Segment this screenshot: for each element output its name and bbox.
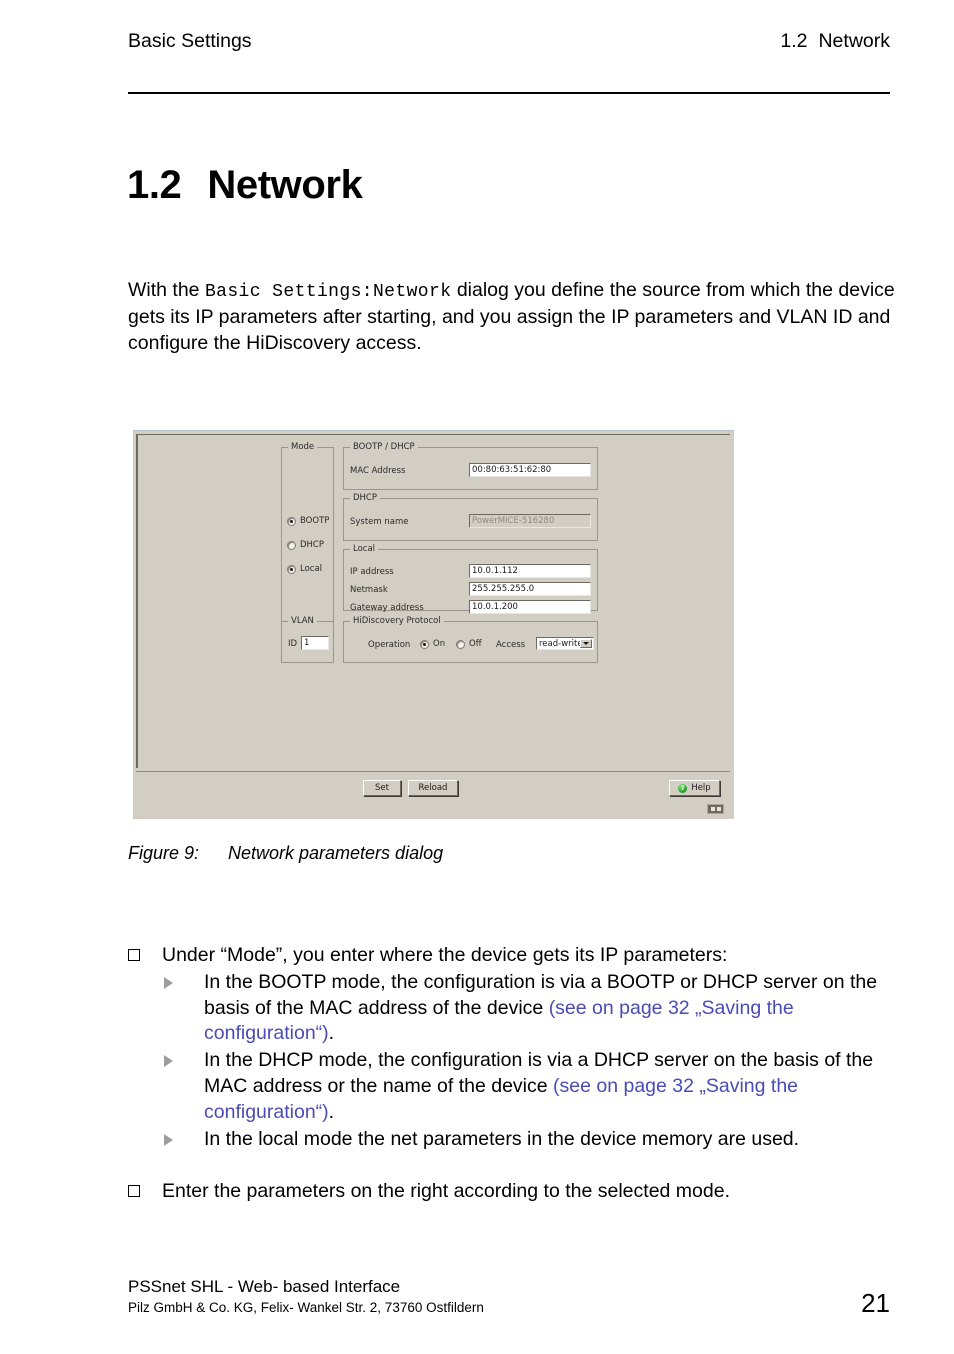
operation-label: Operation xyxy=(368,640,411,650)
chapter-number: 1.2 xyxy=(127,162,182,207)
list-item: In the BOOTP mode, the configuration is … xyxy=(128,970,898,1047)
bullet2-text: Enter the parameters on the right accord… xyxy=(162,1180,730,1203)
mac-address-field[interactable]: 00:80:63:51:62:80 xyxy=(469,463,591,477)
mode-radio-bootp[interactable]: BOOTP xyxy=(287,516,329,526)
sub-bullet-1-end: . xyxy=(328,1022,335,1045)
list-item: Under “Mode”, you enter where the device… xyxy=(128,943,898,969)
list-item: Enter the parameters on the right accord… xyxy=(128,1179,898,1205)
dhcp-group-legend: DHCP xyxy=(350,493,380,503)
mode-radio-bootp-label: BOOTP xyxy=(300,516,330,526)
triangle-bullet-icon xyxy=(164,1055,173,1068)
intro-paragraph: With the Basic Settings:Network dialog y… xyxy=(128,278,898,357)
applet-status-led xyxy=(716,807,721,811)
access-dropdown[interactable]: read-write xyxy=(536,637,594,650)
ip-address-label: IP address xyxy=(350,567,394,577)
sub-bullet-2-end: . xyxy=(328,1100,335,1123)
dialog-footer-bar: Set Reload ? Help xyxy=(136,771,730,817)
vlan-id-label: ID xyxy=(288,639,298,649)
access-dropdown-value: read-write xyxy=(539,638,583,649)
bullet1-text: Under “Mode”, you enter where the device… xyxy=(162,944,728,966)
vlan-group-legend: VLAN xyxy=(288,616,317,626)
access-label: Access xyxy=(496,640,526,650)
radio-dot-icon xyxy=(456,639,465,649)
mode-radio-dhcp-label: DHCP xyxy=(300,540,324,550)
chevron-down-icon xyxy=(580,639,592,648)
netmask-field[interactable]: 255.255.255.0 xyxy=(469,582,591,596)
dialog-content-area: Mode BOOTP DHCP Local BOOTP / DHCP MAC A… xyxy=(136,434,730,768)
vlan-id-field[interactable]: 1 xyxy=(301,636,329,650)
radio-dot-icon xyxy=(287,516,296,526)
page-footer: PSSnet SHL - Web- based Interface Pilz G… xyxy=(128,1277,484,1315)
reload-button[interactable]: Reload xyxy=(408,780,458,796)
footer-product-name: PSSnet SHL - Web- based Interface xyxy=(128,1277,401,1296)
operation-radio-off-label: Off xyxy=(469,639,482,649)
local-group: Local IP address 10.0.1.112 Netmask 255.… xyxy=(343,544,598,614)
applet-status-icon xyxy=(707,804,724,814)
help-button[interactable]: ? Help xyxy=(669,780,720,796)
operation-radio-on[interactable]: On xyxy=(420,639,445,649)
radio-dot-icon xyxy=(287,564,296,574)
hidiscovery-group-legend: HiDiscovery Protocol xyxy=(350,616,444,626)
chapter-title-text: Network xyxy=(207,162,363,207)
list-item: In the local mode the net parameters in … xyxy=(128,1127,898,1153)
set-button[interactable]: Set xyxy=(363,780,401,796)
local-group-legend: Local xyxy=(350,544,379,554)
page-header: Basic Settings 1.2 Network xyxy=(128,30,890,53)
page-number: 21 xyxy=(861,1288,890,1318)
figure-caption-label: Figure 9: xyxy=(128,843,200,863)
operation-radio-off[interactable]: Off xyxy=(456,639,482,649)
header-right: 1.2 Network xyxy=(780,30,890,53)
checkbox-square-icon xyxy=(128,1185,140,1198)
system-name-label: System name xyxy=(350,517,409,527)
mac-address-label: MAC Address xyxy=(350,466,406,476)
triangle-bullet-icon xyxy=(164,976,173,989)
radio-dot-icon xyxy=(420,639,429,649)
figure-caption-text: Network parameters dialog xyxy=(228,843,444,863)
mode-radio-dhcp[interactable]: DHCP xyxy=(287,540,324,550)
header-left-text: Basic Settings xyxy=(128,30,252,52)
gateway-address-field[interactable]: 10.0.1.200 xyxy=(469,600,591,614)
bootp-dhcp-group: BOOTP / DHCP MAC Address 00:80:63:51:62:… xyxy=(343,442,598,490)
gateway-address-label: Gateway address xyxy=(350,603,424,613)
mode-group-legend: Mode xyxy=(288,442,318,452)
applet-status-led xyxy=(710,807,715,811)
operation-radio-on-label: On xyxy=(433,639,446,649)
body-bullet-list: Under “Mode”, you enter where the device… xyxy=(128,943,898,1206)
figure-caption: Figure 9: Network parameters dialog xyxy=(128,843,443,864)
footer-company-address: Pilz GmbH & Co. KG, Felix- Wankel Str. 2… xyxy=(128,1300,484,1315)
triangle-bullet-icon xyxy=(164,1133,173,1146)
checkbox-square-icon xyxy=(128,949,140,961)
intro-part-1: With the xyxy=(128,278,205,301)
header-section-number: 1.2 xyxy=(780,30,808,52)
sub-bullet-3-text: In the local mode the net parameters in … xyxy=(204,1127,800,1150)
radio-dot-icon xyxy=(287,540,296,550)
netmask-label: Netmask xyxy=(350,585,388,595)
mode-radio-local[interactable]: Local xyxy=(287,564,322,574)
header-divider xyxy=(128,92,890,94)
dhcp-group: DHCP System name PowerMICE-516280 xyxy=(343,493,598,541)
ip-address-field[interactable]: 10.0.1.112 xyxy=(469,564,591,578)
intro-dialog-path: Basic Settings:Network xyxy=(204,281,452,302)
page-title: 1.2 Network xyxy=(127,162,363,208)
system-name-field[interactable]: PowerMICE-516280 xyxy=(469,514,591,528)
mode-radio-local-label: Local xyxy=(300,564,323,574)
header-section-title: Network xyxy=(818,30,890,52)
bootp-dhcp-group-legend: BOOTP / DHCP xyxy=(350,442,418,452)
help-button-label: Help xyxy=(691,783,711,793)
list-item: In the DHCP mode, the configuration is v… xyxy=(128,1048,898,1125)
help-icon: ? xyxy=(678,783,688,793)
network-parameters-dialog-figure: Mode BOOTP DHCP Local BOOTP / DHCP MAC A… xyxy=(133,430,734,819)
vlan-group: VLAN ID 1 xyxy=(281,616,334,663)
hidiscovery-group: HiDiscovery Protocol Operation On Off Ac… xyxy=(343,616,598,663)
